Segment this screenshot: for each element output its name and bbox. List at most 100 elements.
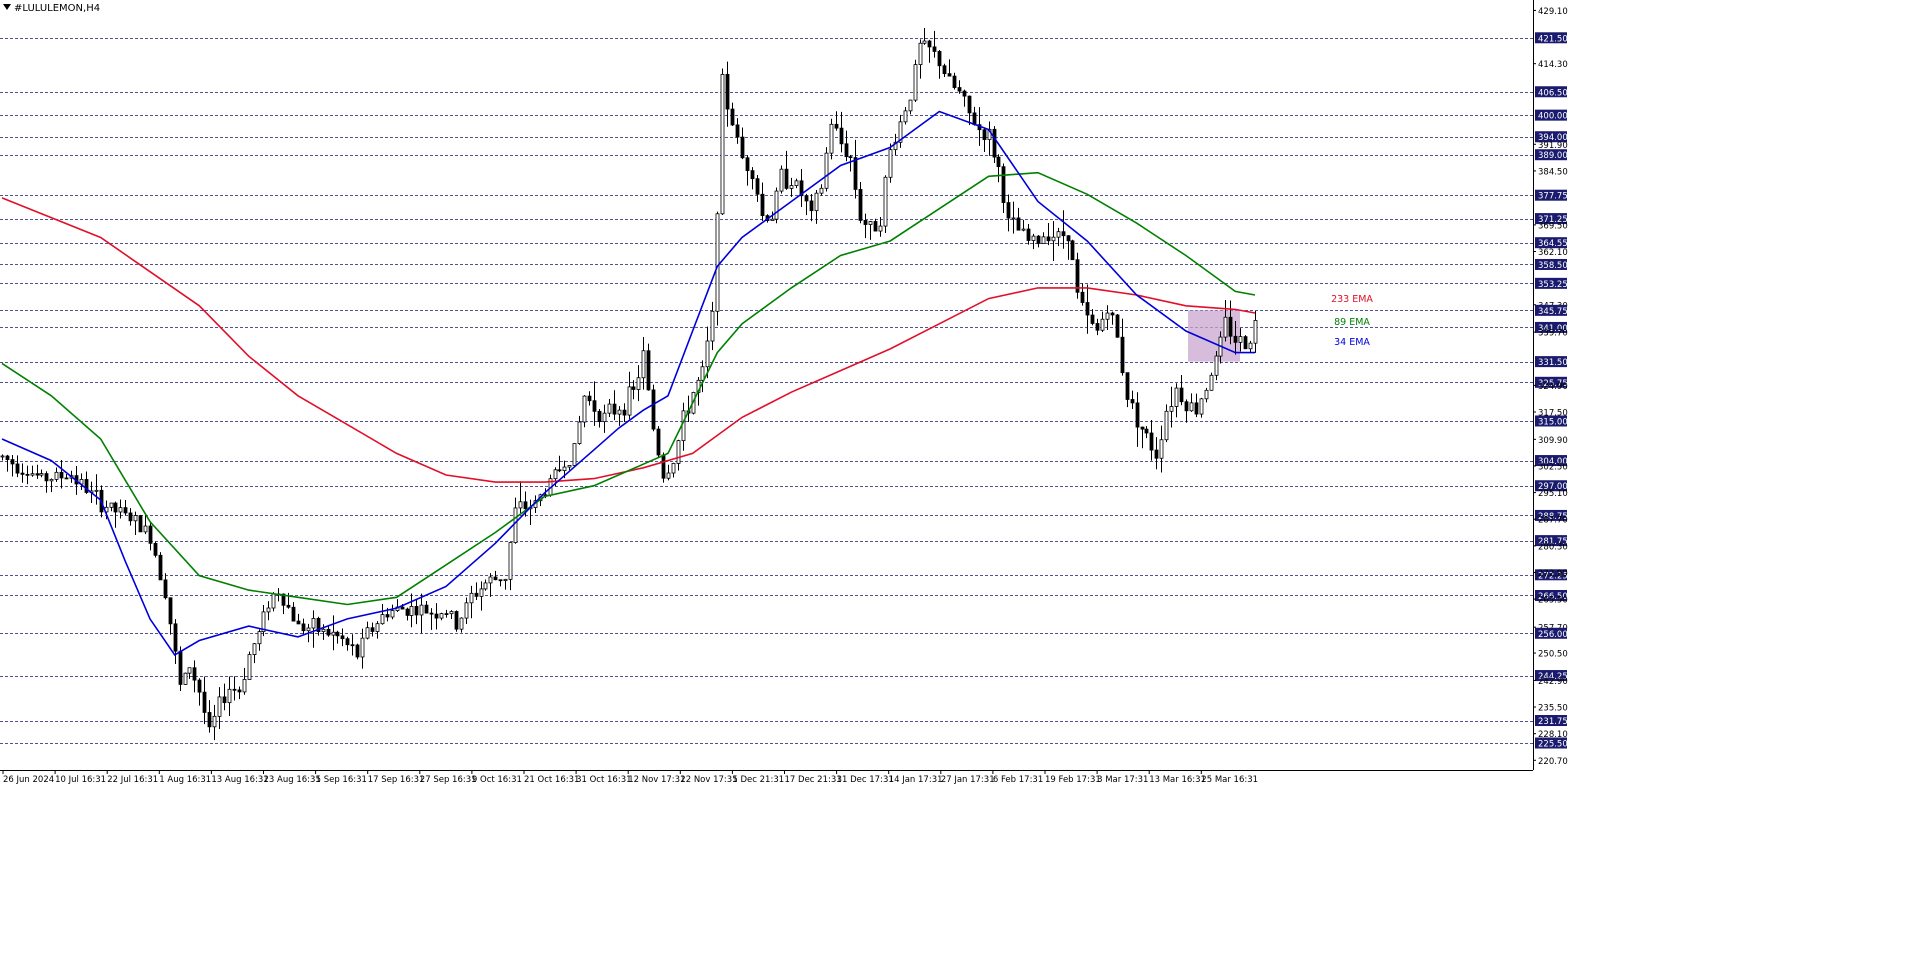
candle-body: [222, 696, 227, 704]
time-tick-label: 5 Dec 21:31: [732, 775, 784, 785]
candle-body: [1016, 217, 1021, 231]
candle-body: [118, 507, 123, 513]
candle-body: [518, 501, 523, 509]
candle-body: [760, 193, 765, 217]
candle-body: [700, 366, 705, 381]
candle-body: [597, 410, 602, 423]
candle-body: [326, 628, 331, 636]
candle-body: [370, 627, 375, 632]
candle-body: [1144, 428, 1149, 434]
candle-body: [168, 597, 173, 625]
candle-body: [1130, 399, 1135, 404]
candle-body: [710, 310, 715, 342]
price-tick-label: 429.10: [1538, 7, 1568, 17]
candle-body: [839, 127, 844, 145]
time-tick-label: 27 Sep 16:31: [420, 775, 477, 785]
candle-body: [257, 631, 262, 645]
price-level-label: 331.50: [1538, 358, 1568, 368]
candle-body: [454, 611, 459, 630]
candle-body: [922, 40, 927, 44]
ema-line: [1, 110, 1255, 656]
candle-body: [25, 473, 30, 476]
candle-body: [1135, 402, 1140, 428]
candle-body: [113, 502, 118, 513]
candle-body: [1031, 235, 1036, 241]
candle-body: [1061, 231, 1066, 237]
candle-body: [1223, 316, 1228, 338]
candle-body: [15, 463, 20, 474]
candle-body: [405, 608, 410, 616]
candle-body: [1100, 318, 1105, 331]
candle-body: [138, 515, 143, 533]
candle-body: [562, 466, 567, 471]
time-tick-label: 3 Mar 17:31: [1097, 775, 1148, 785]
price-axis: 429.10421.50414.30406.50400.00394.00391.…: [1533, 0, 1568, 770]
candle-body: [908, 99, 913, 112]
candle-body: [617, 409, 622, 415]
candle-body: [30, 473, 35, 476]
candle-body: [207, 712, 212, 728]
candle-body: [1105, 312, 1110, 320]
candle-body: [661, 454, 666, 479]
price-tick-label: 272.90: [1538, 569, 1568, 579]
candle-body: [503, 578, 508, 582]
legend: 233 EMA 89 EMA 34 EMA: [1331, 294, 1373, 348]
candle-body: [553, 469, 558, 480]
candle-body: [1140, 426, 1145, 430]
candle-body: [187, 667, 192, 674]
time-tick-label: 5 Sep 16:31: [316, 775, 367, 785]
candle-body: [947, 73, 952, 77]
chart-window[interactable]: #LULULEMON,H4 233 EMA 89 EMA 34 EMA 429.10…: [0, 0, 1916, 963]
candle-body: [59, 471, 64, 479]
candle-body: [557, 469, 562, 472]
candle-body: [1070, 240, 1075, 261]
candle-body: [631, 386, 636, 390]
candle-body: [360, 637, 365, 658]
candle-body: [1011, 217, 1016, 220]
candle-body: [789, 185, 794, 189]
candle-body: [750, 170, 755, 180]
candle-body: [794, 180, 799, 186]
time-tick-label: 23 Aug 16:31: [264, 775, 321, 785]
candle-body: [1001, 166, 1006, 203]
candle-body: [1149, 432, 1154, 451]
candle-body: [1095, 323, 1100, 331]
candle-body: [429, 612, 434, 615]
time-tick-label: 22 Nov 17:31: [680, 775, 737, 785]
candle-body: [656, 428, 661, 456]
candle-body: [1204, 389, 1209, 400]
candle-body: [1184, 401, 1189, 412]
candle-body: [1159, 439, 1164, 459]
candle-body: [523, 501, 528, 510]
candle-body: [301, 623, 306, 632]
candle-body: [1174, 387, 1179, 407]
candle-body: [242, 679, 247, 693]
candle-body: [878, 225, 883, 232]
candle-body: [972, 112, 977, 126]
candle-body: [306, 627, 311, 632]
candle-body: [1080, 291, 1085, 303]
candle-body: [212, 715, 217, 728]
candle-body: [1164, 410, 1169, 441]
candle-body: [1154, 449, 1159, 459]
candle-body: [474, 592, 479, 597]
legend-label: 89 EMA: [1334, 317, 1370, 328]
time-tick-label: 22 Jul 16:31: [107, 775, 158, 785]
time-tick-label: 14 Jan 17:31: [889, 775, 943, 785]
candle-body: [1194, 402, 1199, 415]
candle-body: [853, 157, 858, 190]
time-tick-label: 13 Mar 16:31: [1149, 775, 1206, 785]
candle-body: [671, 463, 676, 474]
candle-body: [1233, 335, 1238, 343]
candle-body: [804, 195, 809, 202]
candle-body: [400, 606, 405, 610]
candle-body: [1228, 316, 1233, 337]
candle-body: [740, 136, 745, 159]
candle-body: [158, 554, 163, 581]
candle-body: [992, 128, 997, 158]
candle-body: [493, 576, 498, 581]
chart-canvas[interactable]: 233 EMA 89 EMA 34 EMA 429.10 421.50 414.30 40…: [0, 0, 1916, 963]
candle-body: [641, 350, 646, 379]
candle-body: [498, 579, 503, 582]
candle-body: [1125, 372, 1130, 400]
